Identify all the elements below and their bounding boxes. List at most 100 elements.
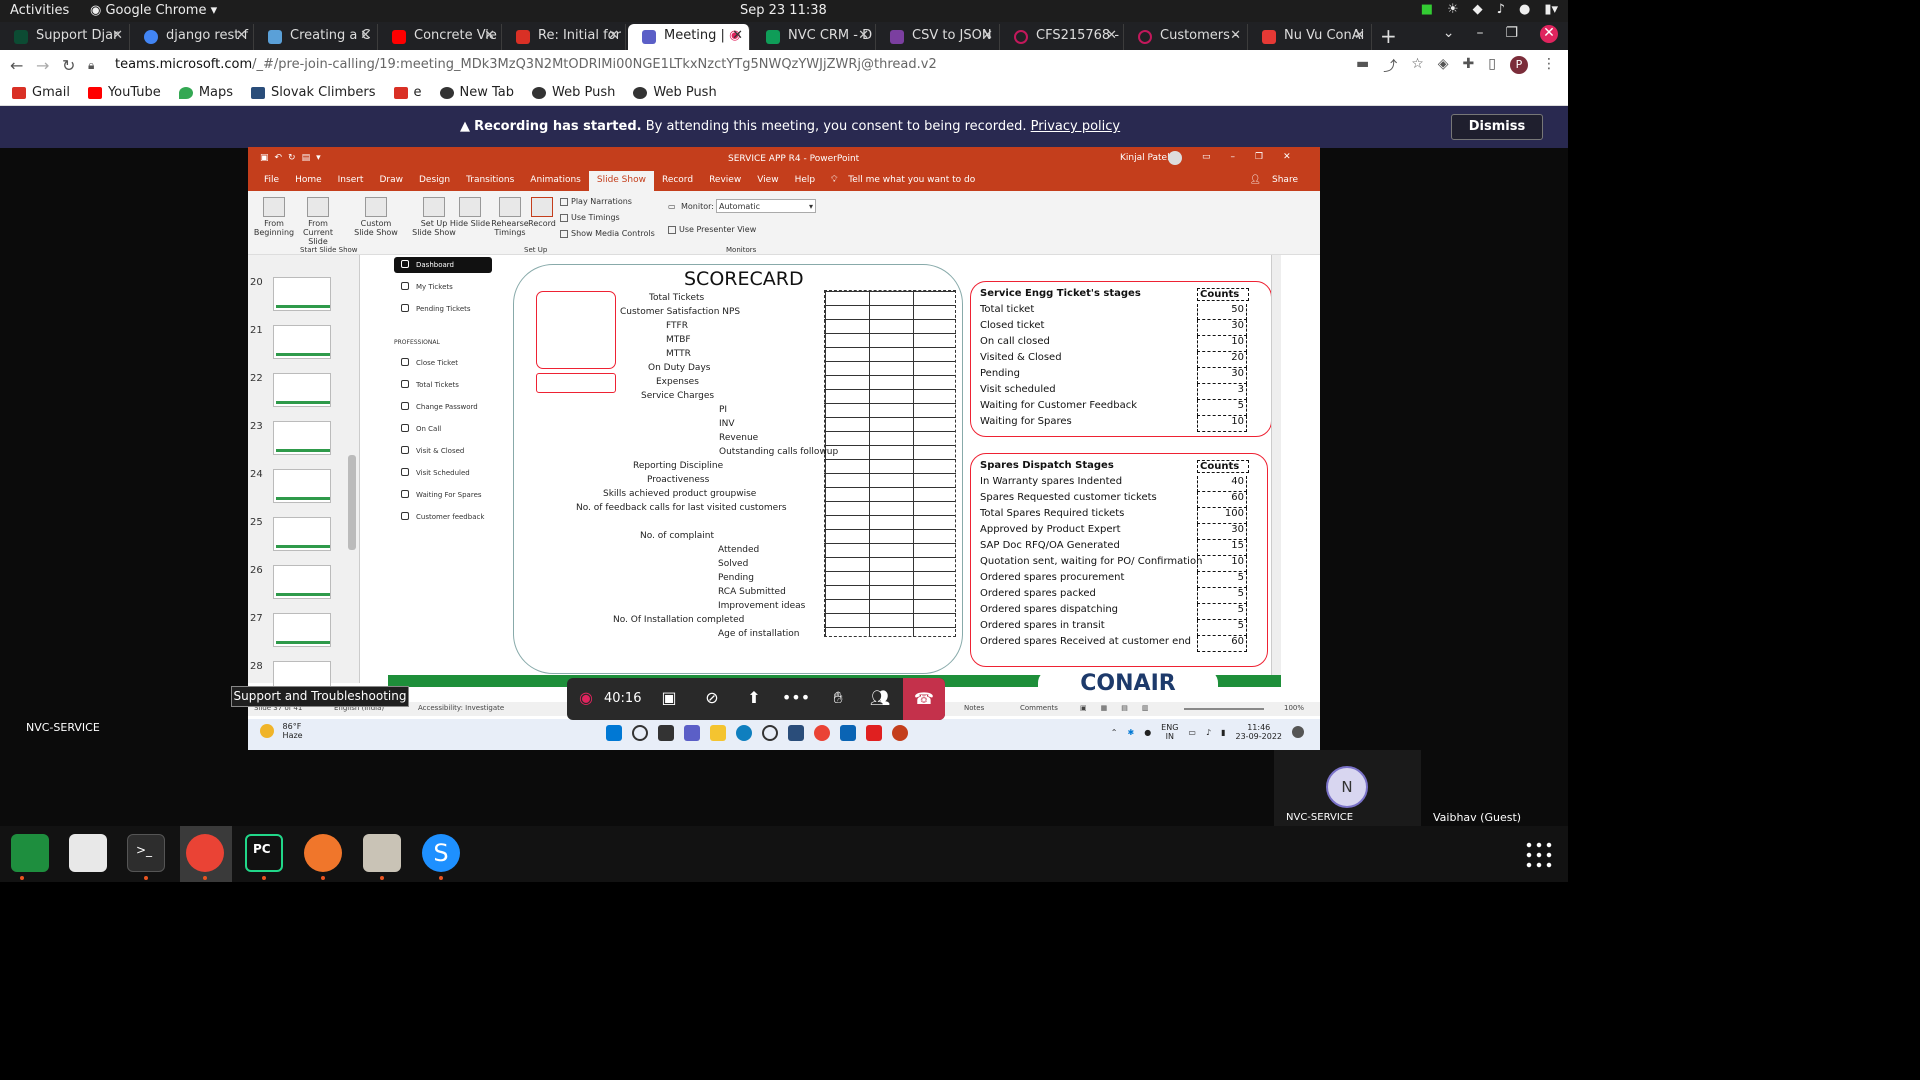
monitor-select[interactable]: Automatic ▾ (716, 199, 816, 213)
from-beginning-button[interactable]: From Beginning (252, 195, 296, 237)
record-button[interactable]: Record (520, 195, 564, 228)
presenter-view-checkbox[interactable]: Use Presenter View (668, 225, 756, 234)
slide-thumbnail[interactable] (273, 277, 331, 311)
tab-csv-json[interactable]: CSV to JSON ✕ (876, 24, 1000, 50)
tab-django-rest[interactable]: django rest f ✕ (130, 24, 254, 50)
ribbon-tab-transitions[interactable]: Transitions (458, 171, 522, 191)
bookmark-maps[interactable]: Maps (178, 84, 233, 101)
participants-button[interactable]: 👥︎ (865, 688, 895, 707)
explorer-icon[interactable] (710, 725, 726, 741)
edge-icon[interactable] (736, 725, 752, 741)
chrome-icon[interactable] (814, 725, 830, 741)
reload-icon[interactable]: ↻ (62, 56, 75, 75)
dismiss-button[interactable]: Dismiss (1451, 114, 1543, 140)
profile-avatar[interactable]: P (1510, 56, 1528, 74)
mic-off-button[interactable]: ⊘ (697, 688, 727, 707)
ribbon-tab-home[interactable]: Home (287, 171, 330, 191)
ribbon-tab-view[interactable]: View (749, 171, 786, 191)
ribbon-tab-draw[interactable]: Draw (371, 171, 411, 191)
close-window-icon[interactable]: ✕ (1540, 25, 1558, 43)
close-icon[interactable]: ✕ (982, 28, 993, 43)
input-language[interactable]: ENG IN (1161, 723, 1178, 741)
chrome-icon[interactable] (186, 834, 224, 872)
ribbon-tab-insert[interactable]: Insert (330, 171, 372, 191)
notification-icon[interactable] (1292, 726, 1304, 738)
battery-icon[interactable]: ▮ (1221, 728, 1225, 737)
close-icon[interactable]: ✕ (1354, 28, 1365, 43)
from-current-slide-button[interactable]: From Current Slide (296, 195, 340, 246)
skype-icon[interactable]: S (422, 834, 460, 872)
share-icon[interactable]: ⤴ (1383, 56, 1397, 76)
network-icon[interactable]: ▭ (1188, 728, 1196, 737)
slide-thumbnail[interactable] (273, 373, 331, 407)
close-icon[interactable]: ✕ (1106, 28, 1117, 43)
tab-search-icon[interactable]: ⌄ (1443, 25, 1455, 43)
show-applications-icon[interactable] (1524, 840, 1552, 868)
ribbon-tab-design[interactable]: Design (411, 171, 458, 191)
zoom-slider[interactable] (1184, 708, 1264, 710)
teams-icon[interactable] (684, 725, 700, 741)
close-icon[interactable]: ✕ (732, 28, 743, 43)
close-icon[interactable]: ✕ (858, 28, 869, 43)
comments-button[interactable]: Comments (1020, 704, 1058, 712)
extension-icon[interactable]: ◈ (1438, 56, 1449, 76)
menu-icon[interactable]: ⋮ (1542, 56, 1556, 76)
slide-scrollbar[interactable] (1271, 255, 1281, 683)
url-field[interactable]: teams.microsoft.com/_#/pre-join-calling/… (115, 57, 937, 72)
slide-thumbnail[interactable] (273, 325, 331, 359)
bluetooth-icon[interactable]: ✱ (1127, 728, 1134, 737)
slide-thumbnail[interactable] (273, 613, 331, 647)
terminal-icon[interactable]: >_ (127, 834, 165, 872)
camera-off-button[interactable]: ▣ (654, 688, 684, 707)
tab-nvc-crm[interactable]: NVC CRM - D ✕ (752, 24, 876, 50)
slide-thumbnail[interactable] (273, 565, 331, 599)
tab-initial[interactable]: Re: Initial for ✕ (502, 24, 626, 50)
hide-slide-button[interactable]: Hide Slide (448, 195, 492, 228)
close-icon[interactable]: ✕ (360, 28, 371, 43)
chevron-up-icon[interactable]: ⌃ (1111, 728, 1118, 737)
raise-hand-button[interactable]: ✋︎ (823, 688, 853, 708)
search-icon[interactable] (632, 725, 648, 741)
privacy-policy-link[interactable]: Privacy policy (1031, 119, 1120, 134)
tab-support-django[interactable]: Support Djar ✕ (0, 24, 130, 50)
back-icon[interactable]: ← (10, 56, 23, 75)
ribbon-tab-review[interactable]: Review (701, 171, 749, 191)
activities-button[interactable]: Activities (10, 3, 69, 18)
close-icon[interactable]: ✕ (608, 28, 619, 43)
accessibility-status[interactable]: Accessibility: Investigate (418, 704, 504, 712)
app-menu[interactable]: ◉ Google Chrome ▾ (90, 3, 217, 18)
forward-icon[interactable]: → (36, 56, 49, 75)
ribbon-tab-file[interactable]: File (256, 171, 287, 191)
ribbon-tab-animations[interactable]: Animations (522, 171, 589, 191)
bookmark-slovak-climbers[interactable]: Slovak Climbers (251, 84, 376, 101)
dell-icon[interactable] (762, 725, 778, 741)
bookmark-gmail[interactable]: Gmail (12, 84, 70, 101)
volume-icon[interactable]: ♪ (1206, 728, 1211, 737)
close-icon[interactable]: ✕ (484, 28, 495, 43)
acrobat-icon[interactable] (866, 725, 882, 741)
spreadsheet-app-icon[interactable] (11, 834, 49, 872)
close-icon[interactable]: ✕ (1230, 28, 1241, 43)
task-view-icon[interactable] (658, 725, 674, 741)
postman-icon[interactable] (304, 834, 342, 872)
more-options-button[interactable]: ••• (781, 688, 811, 707)
use-timings-checkbox[interactable]: Use Timings (560, 213, 620, 222)
custom-slide-show-button[interactable]: Custom Slide Show (352, 195, 400, 237)
thumb-scrollbar[interactable] (348, 455, 356, 550)
slide-thumbnail[interactable] (273, 517, 331, 551)
ribbon-tab-help[interactable]: Help (787, 171, 824, 191)
play-narrations-checkbox[interactable]: Play Narrations (560, 197, 632, 206)
bookmark-e[interactable]: e (393, 84, 422, 101)
weather-widget[interactable]: 86°F Haze (260, 722, 303, 740)
zoom-level[interactable]: 100% (1284, 704, 1304, 712)
ribbon-tab-slide-show[interactable]: Slide Show (588, 171, 654, 191)
slide-thumbnail[interactable] (273, 469, 331, 503)
view-buttons[interactable]: ▣▦▤▥ (1080, 704, 1162, 712)
calculator-icon[interactable] (788, 725, 804, 741)
lock-icon[interactable]: 🔒︎ (88, 58, 94, 73)
outlook-icon[interactable] (840, 725, 856, 741)
text-editor-icon[interactable] (69, 834, 107, 872)
close-icon[interactable]: ✕ (236, 28, 247, 43)
camera-icon[interactable]: ▬ (1356, 56, 1369, 76)
participant-tile[interactable]: N NVC-SERVICE (1274, 750, 1421, 826)
